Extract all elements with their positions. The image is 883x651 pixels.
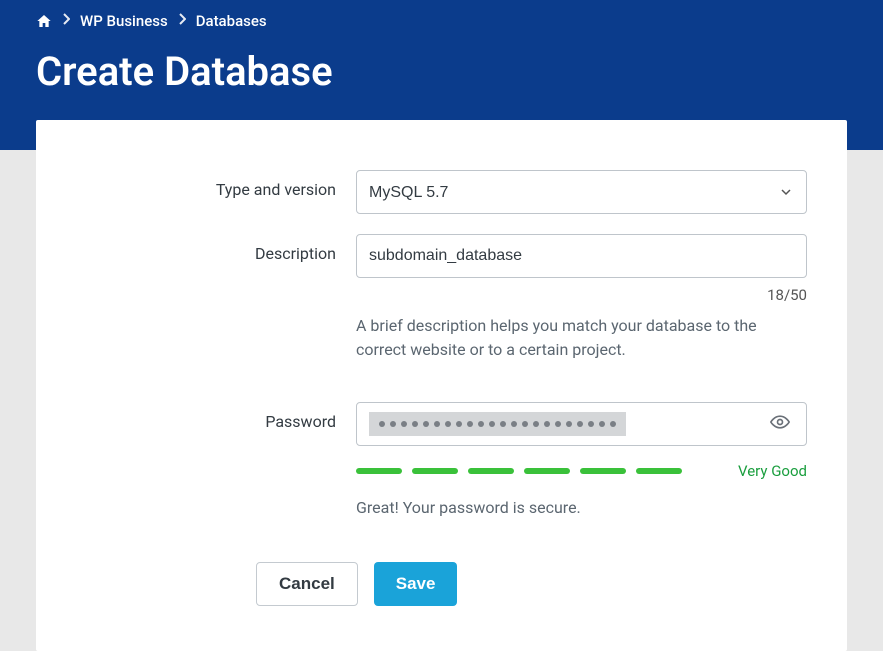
password-input[interactable] [356,402,807,446]
description-counter: 18/50 [356,286,807,304]
password-message: Great! Your password is secure. [356,498,807,517]
row-description: Description 18/50 A brief description he… [76,234,807,392]
description-input[interactable] [356,234,807,278]
label-type-version: Type and version [76,170,356,199]
breadcrumb-item-wp-business[interactable]: WP Business [80,12,168,30]
breadcrumb-item-databases[interactable]: Databases [196,12,267,30]
save-button[interactable]: Save [374,562,458,606]
page-title: Create Database [36,48,847,95]
description-helper: A brief description helps you match your… [356,314,807,362]
eye-icon[interactable] [766,408,794,440]
strength-label: Very Good [738,462,807,480]
button-row: Cancel Save [256,562,807,606]
cancel-button[interactable]: Cancel [256,562,358,606]
label-description: Description [76,234,356,263]
password-mask [369,412,626,436]
password-strength-meter: Very Good [356,462,807,480]
type-version-select[interactable]: MySQL 5.7 [356,170,807,214]
breadcrumb: WP Business Databases [36,12,847,30]
row-type-version: Type and version MySQL 5.7 [76,170,807,214]
label-password: Password [76,402,356,431]
strength-bars [356,468,682,474]
home-icon[interactable] [36,13,52,29]
chevron-right-icon [178,13,186,29]
chevron-right-icon [62,13,70,29]
form-card: Type and version MySQL 5.7 Description 1… [36,120,847,651]
row-password: Password Very Good Great! Your password … [76,402,807,552]
